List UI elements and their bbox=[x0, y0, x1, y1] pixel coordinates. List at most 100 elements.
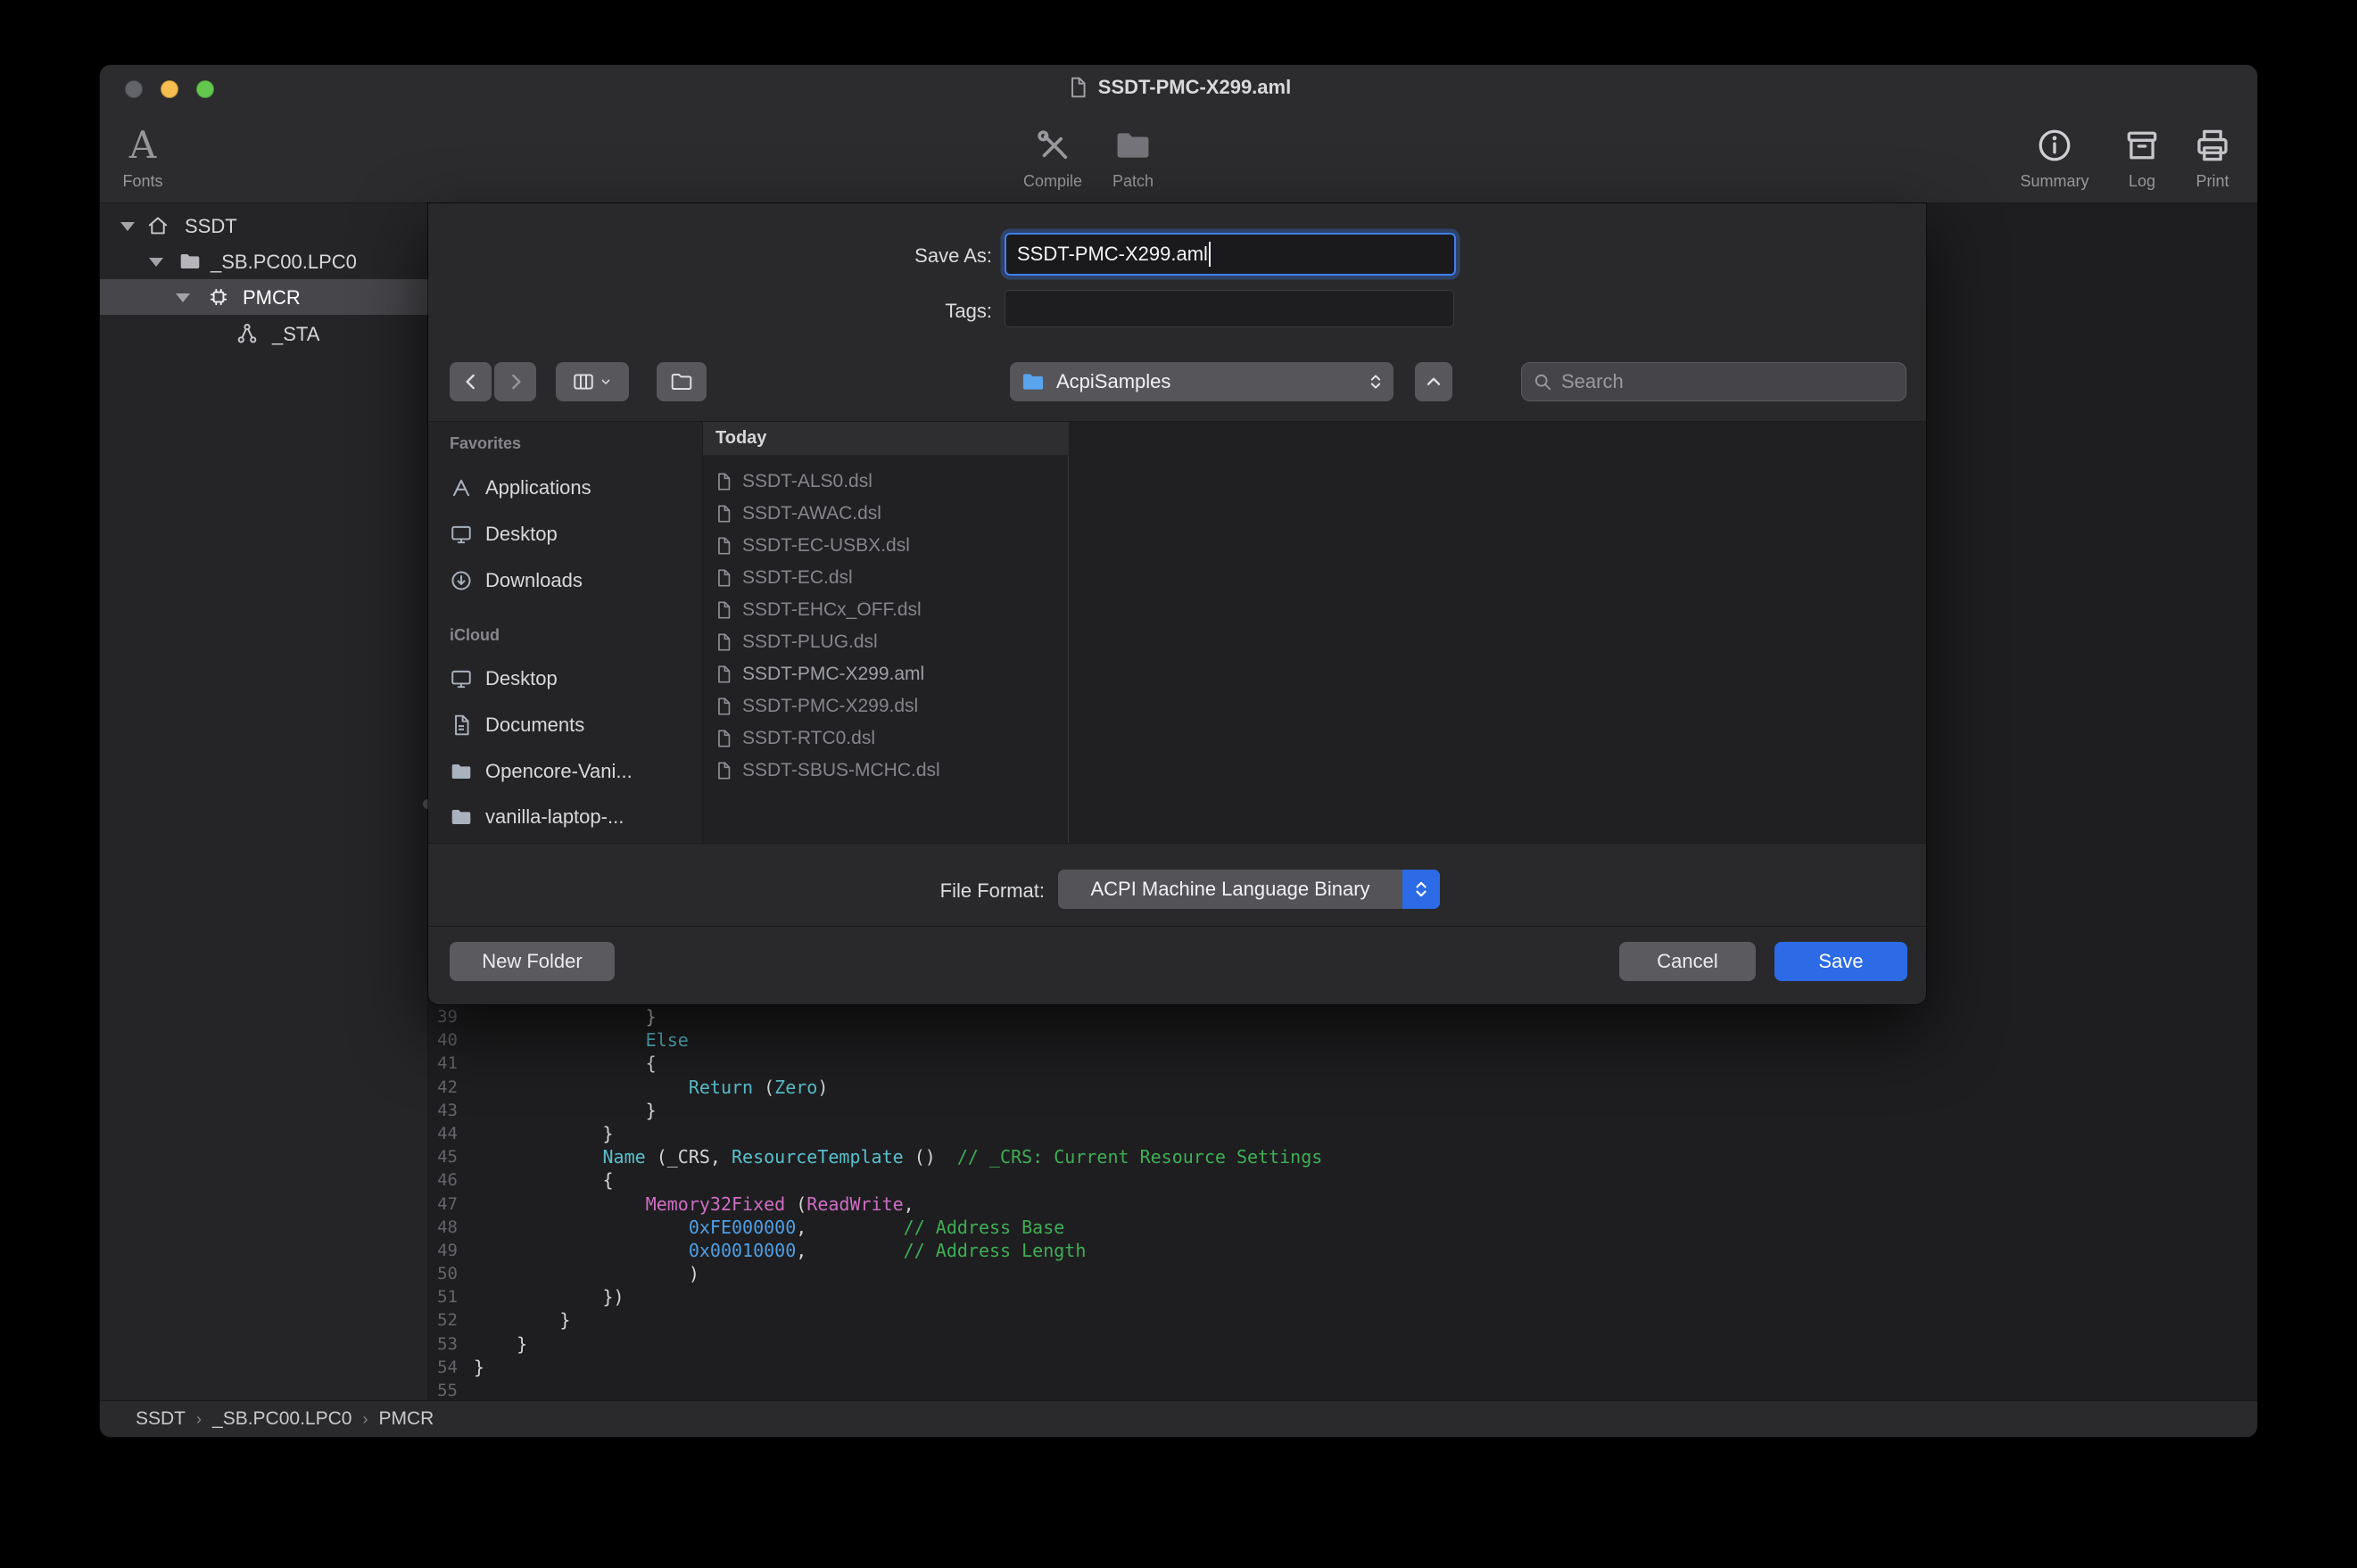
code-line: 47 Memory32Fixed (ReadWrite, bbox=[428, 1193, 2257, 1216]
toolbar-compile-button[interactable]: Compile bbox=[1008, 120, 1097, 201]
line-number: 43 bbox=[428, 1099, 458, 1122]
applications-icon bbox=[450, 476, 473, 499]
sidebar-item-documents[interactable]: Documents bbox=[428, 706, 703, 745]
code-text: Return (Zero) bbox=[474, 1076, 828, 1099]
up-down-chevrons-icon bbox=[1402, 870, 1440, 909]
document-icon bbox=[714, 664, 733, 684]
view-mode-button[interactable] bbox=[556, 362, 629, 401]
back-button[interactable] bbox=[450, 362, 492, 401]
tree-item-ssdt[interactable]: SSDT bbox=[100, 208, 428, 243]
tags-label: Tags: bbox=[767, 300, 992, 323]
toolbar-log-button[interactable]: Log bbox=[2106, 120, 2178, 201]
columns-view-icon bbox=[572, 370, 595, 393]
sidebar-item-downloads[interactable]: Downloads bbox=[428, 561, 703, 600]
code-line: 50 ) bbox=[428, 1262, 2257, 1285]
sidebar-item-applications[interactable]: Applications bbox=[428, 468, 703, 508]
tree-item-sb-pc00-lpc0[interactable]: _SB.PC00.LPC0 bbox=[100, 243, 428, 279]
code-text: }) bbox=[474, 1285, 624, 1308]
search-input[interactable] bbox=[1559, 369, 1895, 394]
disclosure-triangle-icon[interactable] bbox=[176, 293, 190, 302]
file-row[interactable]: SSDT-EC.dsl bbox=[703, 562, 1069, 594]
line-number: 47 bbox=[428, 1193, 458, 1216]
file-row[interactable]: SSDT-PMC-X299.dsl bbox=[703, 690, 1069, 722]
breadcrumb-item: PMCR bbox=[378, 1408, 434, 1430]
line-number: 52 bbox=[428, 1308, 458, 1332]
file-row[interactable]: SSDT-SBUS-MCHC.dsl bbox=[703, 755, 1069, 787]
file-row[interactable]: SSDT-EC-USBX.dsl bbox=[703, 530, 1069, 562]
document-icon bbox=[714, 600, 733, 620]
breadcrumb-separator: › bbox=[362, 1410, 368, 1429]
compile-tools-icon bbox=[1033, 126, 1072, 165]
code-line: 53 } bbox=[428, 1333, 2257, 1356]
file-row[interactable]: SSDT-PLUG.dsl bbox=[703, 626, 1069, 658]
save-as-input[interactable]: SSDT-PMC-X299.aml bbox=[1005, 233, 1456, 276]
line-number: 50 bbox=[428, 1262, 458, 1285]
forward-button[interactable] bbox=[494, 362, 536, 401]
document-icon bbox=[714, 761, 733, 780]
code-text: } bbox=[474, 1308, 570, 1332]
save-as-value: SSDT-PMC-X299.aml bbox=[1017, 243, 1208, 266]
status-breadcrumb: SSDT › _SB.PC00.LPC0 › PMCR bbox=[100, 1400, 2257, 1437]
code-line: 40 Else bbox=[428, 1028, 2257, 1052]
window-title: SSDT-PMC-X299.aml bbox=[1098, 76, 1291, 99]
fonts-icon: A bbox=[129, 120, 156, 170]
folder-icon bbox=[450, 760, 473, 783]
code-line: 55 bbox=[428, 1379, 2257, 1402]
disclosure-triangle-icon[interactable] bbox=[120, 222, 135, 231]
code-line: 42 Return (Zero) bbox=[428, 1076, 2257, 1099]
file-browser-column: Today SSDT-ALS0.dsl SSDT-AWAC.dsl SSDT-E… bbox=[703, 422, 1069, 843]
code-text: } bbox=[474, 1356, 484, 1379]
toolbar-patch-button[interactable]: Patch bbox=[1097, 120, 1169, 201]
folder-icon bbox=[178, 250, 202, 273]
code-line: 52 } bbox=[428, 1308, 2257, 1332]
disclosure-triangle-icon[interactable] bbox=[149, 258, 163, 267]
location-popup[interactable]: AcpiSamples bbox=[1010, 362, 1394, 401]
text-caret bbox=[1209, 242, 1211, 267]
toolbar-fonts-button[interactable]: A Fonts bbox=[107, 120, 178, 201]
folder-shortcut-button[interactable] bbox=[657, 362, 707, 401]
document-icon bbox=[714, 568, 733, 588]
tree-item-pmcr[interactable]: PMCR bbox=[100, 279, 428, 315]
code-text: { bbox=[474, 1052, 657, 1075]
log-icon bbox=[2122, 126, 2162, 165]
file-row[interactable]: SSDT-AWAC.dsl bbox=[703, 498, 1069, 530]
code-text: Memory32Fixed (ReadWrite, bbox=[474, 1193, 914, 1216]
cancel-button[interactable]: Cancel bbox=[1619, 942, 1756, 981]
tags-input[interactable] bbox=[1005, 290, 1454, 327]
places-sidebar: Favorites Applications Desktop Downloads… bbox=[428, 422, 703, 843]
file-row[interactable]: SSDT-EHCx_OFF.dsl bbox=[703, 594, 1069, 626]
toolbar-summary-button[interactable]: Summary bbox=[2010, 120, 2099, 201]
code-text: } bbox=[474, 1005, 657, 1028]
device-icon bbox=[207, 285, 230, 309]
document-icon bbox=[714, 472, 733, 491]
code-text: Name (_CRS, ResourceTemplate () // _CRS:… bbox=[474, 1145, 1322, 1168]
sidebar-item-vanilla-laptop-folder[interactable]: vanilla-laptop-... bbox=[428, 797, 703, 837]
search-field[interactable] bbox=[1521, 362, 1906, 401]
sidebar-item-opencore-folder[interactable]: Opencore-Vani... bbox=[428, 752, 703, 791]
sidebar-item-icloud-desktop[interactable]: Desktop bbox=[428, 659, 703, 698]
print-icon bbox=[2193, 126, 2232, 165]
line-number: 49 bbox=[428, 1239, 458, 1262]
code-text: 0x00010000, // Address Length bbox=[474, 1239, 1086, 1262]
line-number: 46 bbox=[428, 1168, 458, 1192]
new-folder-button[interactable]: New Folder bbox=[450, 942, 615, 981]
breadcrumb-item: SSDT bbox=[136, 1408, 186, 1430]
code-text: } bbox=[474, 1333, 527, 1356]
group-header-today: Today bbox=[703, 422, 1069, 456]
file-row[interactable]: SSDT-RTC0.dsl bbox=[703, 722, 1069, 755]
toolbar-print-button[interactable]: Print bbox=[2177, 120, 2248, 201]
up-down-chevrons-icon bbox=[1365, 371, 1386, 392]
file-format-value: ACPI Machine Language Binary bbox=[1090, 878, 1369, 901]
code-line: 41 { bbox=[428, 1052, 2257, 1075]
file-row[interactable]: SSDT-PMC-X299.aml bbox=[703, 658, 1069, 690]
file-format-popup[interactable]: ACPI Machine Language Binary bbox=[1058, 870, 1440, 909]
save-button[interactable]: Save bbox=[1774, 942, 1907, 981]
file-row[interactable]: SSDT-ALS0.dsl bbox=[703, 466, 1069, 498]
tree-item-sta[interactable]: _STA bbox=[100, 316, 428, 351]
save-as-label: Save As: bbox=[767, 244, 992, 268]
code-text: } bbox=[474, 1099, 657, 1122]
chevron-down-icon bbox=[599, 375, 613, 389]
line-number: 42 bbox=[428, 1076, 458, 1099]
collapse-dialog-button[interactable] bbox=[1415, 362, 1452, 401]
sidebar-item-desktop[interactable]: Desktop bbox=[428, 515, 703, 554]
